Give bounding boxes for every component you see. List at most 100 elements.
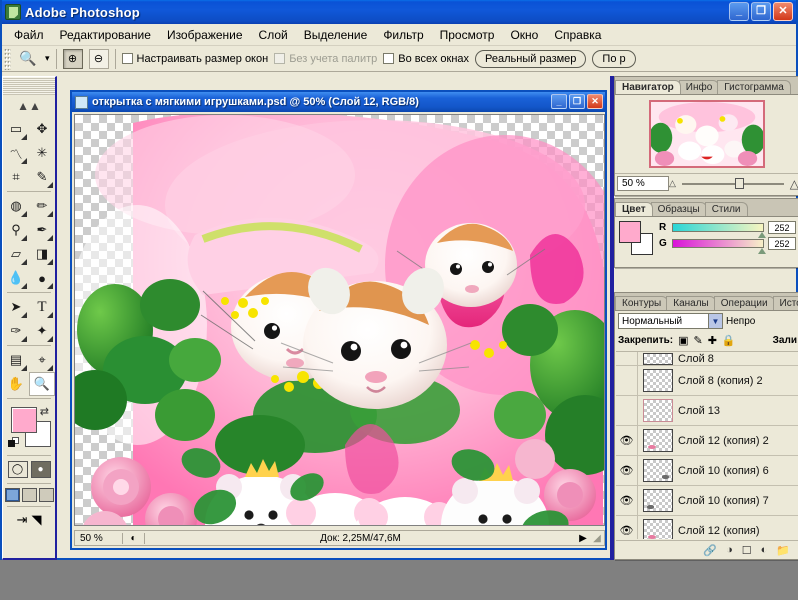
- layer-visibility-toggle[interactable]: 👁: [616, 456, 638, 485]
- menu-edit[interactable]: Редактирование: [52, 25, 159, 45]
- swap-colors-icon[interactable]: ⇄: [40, 405, 49, 418]
- tab-swatches[interactable]: Образцы: [650, 202, 707, 216]
- resize-grip-icon[interactable]: ◢: [590, 533, 604, 544]
- zoom-in-large-icon[interactable]: △: [790, 177, 798, 191]
- marquee-tool[interactable]: ▭: [3, 117, 29, 141]
- pen-tool[interactable]: ✑: [3, 319, 29, 343]
- eraser-tool[interactable]: ▱: [3, 242, 29, 266]
- channel-g-value[interactable]: 252: [768, 237, 796, 250]
- menu-view[interactable]: Просмотр: [432, 25, 503, 45]
- status-menu-arrow-icon[interactable]: ▶: [576, 533, 590, 544]
- document-canvas[interactable]: [74, 114, 605, 526]
- layer-visibility-toggle[interactable]: 👁: [616, 516, 638, 539]
- gradient-tool[interactable]: ◨: [29, 242, 55, 266]
- layer-mask-icon[interactable]: ☐: [742, 544, 752, 557]
- table-row[interactable]: 👁 Слой 10 (копия) 7: [616, 486, 798, 516]
- menu-file[interactable]: Файл: [6, 25, 52, 45]
- channel-g-slider[interactable]: [672, 239, 766, 254]
- menu-filter[interactable]: Фильтр: [375, 25, 431, 45]
- chevron-down-icon[interactable]: ▼: [708, 314, 722, 328]
- clone-stamp-tool[interactable]: ⚲: [3, 218, 29, 242]
- layer-visibility-toggle[interactable]: [616, 366, 638, 395]
- layer-visibility-toggle[interactable]: [616, 396, 638, 425]
- tab-paths[interactable]: Контуры: [615, 296, 669, 310]
- healing-brush-tool[interactable]: ◍: [3, 194, 29, 218]
- dodge-tool[interactable]: ●: [29, 266, 55, 290]
- zoom-level-field[interactable]: 50 %: [75, 532, 123, 544]
- navigator-zoom-slider[interactable]: [681, 178, 784, 190]
- full-screen-menubar-icon[interactable]: [21, 488, 37, 502]
- type-tool[interactable]: T: [29, 295, 55, 319]
- document-maximize-button[interactable]: ❐: [569, 94, 585, 109]
- channel-r-slider[interactable]: [672, 223, 766, 238]
- lock-all-icon[interactable]: 🔒: [722, 334, 736, 347]
- eyedropper-tool[interactable]: ⌖: [29, 348, 55, 372]
- menu-help[interactable]: Справка: [546, 25, 609, 45]
- document-minimize-button[interactable]: _: [551, 94, 567, 109]
- slice-tool[interactable]: ✎: [29, 165, 55, 189]
- minimize-button[interactable]: _: [729, 2, 749, 21]
- crop-tool[interactable]: ⌗: [3, 165, 29, 189]
- layer-visibility-toggle[interactable]: 👁: [616, 486, 638, 515]
- foreground-color-swatch[interactable]: [11, 407, 37, 433]
- tab-info[interactable]: Инфо: [678, 80, 720, 94]
- jump-to-imageready-icon[interactable]: ⇥: [17, 512, 28, 528]
- lock-image-icon[interactable]: ✎: [693, 334, 702, 347]
- table-row[interactable]: 👁 Слой 10 (копия) 6: [616, 456, 798, 486]
- menu-image[interactable]: Изображение: [159, 25, 251, 45]
- tab-actions[interactable]: Операции: [713, 296, 775, 310]
- move-tool[interactable]: ✥: [29, 117, 55, 141]
- path-selection-tool[interactable]: ➤: [3, 295, 29, 319]
- document-close-button[interactable]: ✕: [587, 94, 603, 109]
- slider-knob[interactable]: [734, 178, 744, 189]
- options-bar-grip[interactable]: [4, 47, 11, 70]
- close-button[interactable]: ✕: [773, 2, 793, 21]
- table-row[interactable]: Слой 13: [616, 396, 798, 426]
- menu-layer[interactable]: Слой: [251, 25, 296, 45]
- new-group-icon[interactable]: 📁: [776, 544, 790, 557]
- hand-tool[interactable]: ✋: [3, 372, 29, 396]
- tab-history[interactable]: Истор: [772, 296, 798, 310]
- tab-navigator[interactable]: Навигатор: [615, 80, 681, 94]
- foreground-color-swatch[interactable]: [619, 221, 641, 243]
- preview-icon[interactable]: ◐: [123, 532, 145, 544]
- resize-windows-checkbox[interactable]: Настраивать размер окон: [121, 53, 268, 65]
- blur-tool[interactable]: 💧: [3, 266, 29, 290]
- table-row[interactable]: Слой 8: [616, 352, 798, 366]
- zoom-in-icon[interactable]: ⊕: [62, 48, 83, 69]
- tab-histogram[interactable]: Гистограмма: [717, 80, 791, 94]
- all-windows-checkbox[interactable]: Во всех окнах: [383, 53, 469, 65]
- toolbox-grip[interactable]: [3, 77, 55, 95]
- navigator-preview[interactable]: [615, 95, 798, 173]
- fit-on-screen-button[interactable]: По р: [592, 49, 636, 68]
- standard-mode-icon[interactable]: ◯: [7, 461, 28, 478]
- jump-to-icon[interactable]: ◥: [31, 512, 41, 528]
- tab-styles[interactable]: Стили: [704, 202, 748, 216]
- quick-mask-mode-icon[interactable]: ●: [30, 461, 51, 478]
- zoom-out-icon[interactable]: ⊖: [88, 48, 109, 69]
- channel-r-value[interactable]: 252: [768, 221, 796, 234]
- tab-channels[interactable]: Каналы: [666, 296, 716, 310]
- tool-preset-chevron-down-icon[interactable]: ▾: [45, 53, 50, 64]
- table-row[interactable]: 👁 Слой 12 (копия) 2: [616, 426, 798, 456]
- lock-position-icon[interactable]: ✚: [708, 334, 717, 347]
- link-layers-icon[interactable]: 🔗: [703, 544, 717, 557]
- notes-tool[interactable]: ▤: [3, 348, 29, 372]
- document-titlebar[interactable]: открытка с мягкими игрушками.psd @ 50% (…: [72, 92, 605, 112]
- navigator-zoom-field[interactable]: 50 %: [617, 176, 669, 191]
- shape-tool[interactable]: ✦: [29, 319, 55, 343]
- lock-transparency-icon[interactable]: ▣: [678, 334, 688, 347]
- tab-color[interactable]: Цвет: [615, 202, 653, 216]
- actual-size-button[interactable]: Реальный размер: [475, 49, 587, 68]
- menu-window[interactable]: Окно: [502, 25, 546, 45]
- menu-select[interactable]: Выделение: [296, 25, 376, 45]
- adjustment-layer-icon[interactable]: ◐: [761, 544, 768, 556]
- zoom-tool[interactable]: 🔍: [29, 372, 55, 396]
- zoom-out-small-icon[interactable]: △: [669, 178, 676, 189]
- blend-mode-select[interactable]: Нормальный ▼: [618, 313, 723, 329]
- table-row[interactable]: 👁 Слой 12 (копия): [616, 516, 798, 539]
- layer-visibility-toggle[interactable]: 👁: [616, 426, 638, 455]
- default-colors-icon[interactable]: [8, 437, 20, 449]
- lasso-tool[interactable]: 〽: [3, 141, 29, 165]
- layer-style-icon[interactable]: ◑: [726, 544, 733, 556]
